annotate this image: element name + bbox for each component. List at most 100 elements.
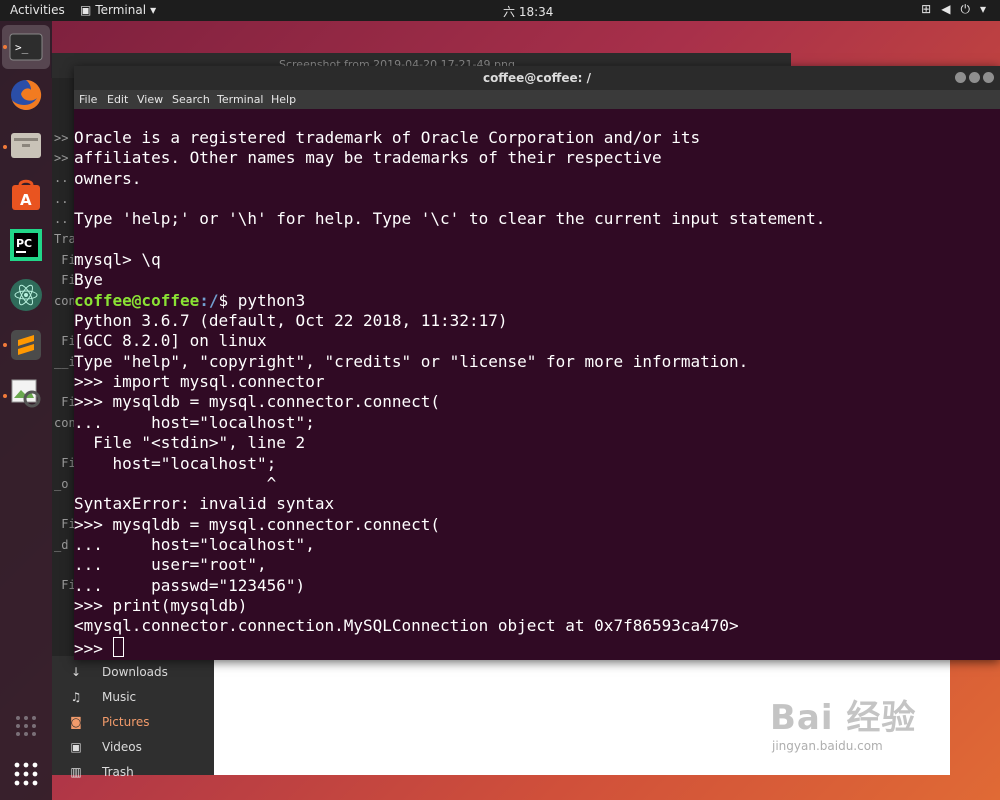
running-indicator (3, 45, 7, 49)
strip-line: Fi (54, 395, 74, 410)
dock: >_ A PC (0, 21, 52, 800)
files-sidebar: ↓ Downloads ♫ Music ◙ Pictures ▣ Videos … (52, 655, 214, 779)
strip-line: __i (54, 354, 74, 369)
terminal-app-icon: ▣ (80, 3, 92, 17)
terminal-line: ... passwd="123456") (74, 575, 306, 595)
strip-line: _o (54, 476, 69, 491)
dock-software[interactable]: A (7, 176, 45, 214)
terminal-line: Type 'help;' or '\h' for help. Type '\c'… (74, 209, 826, 229)
terminal-line: affiliates. Other names may be trademark… (74, 148, 662, 168)
terminal-line: ... host="localhost"; (74, 412, 315, 432)
dock-pycharm[interactable]: PC (7, 226, 45, 264)
terminal-line: SyntaxError: invalid syntax (74, 494, 335, 514)
atom-icon (10, 279, 42, 311)
sidebar-item-videos[interactable]: ▣ Videos (52, 735, 214, 759)
strip-line: con (54, 415, 74, 430)
strip-line: Fi (54, 252, 74, 267)
dock-firefox[interactable] (7, 76, 45, 114)
terminal-line: ^ (74, 473, 277, 493)
prompt-path: :/ (199, 290, 219, 310)
system-tray[interactable]: ⊞ ◀ ⏻ ▾ (921, 2, 986, 17)
dock-sublime[interactable] (7, 326, 45, 364)
minimize-button[interactable] (955, 72, 966, 83)
watermark-brand: Bai 经验 (770, 698, 917, 738)
terminal-line: ... user="root", (74, 555, 267, 575)
sidebar-item-pictures[interactable]: ◙ Pictures (52, 710, 214, 734)
running-indicator (3, 394, 7, 398)
software-center-icon: A (12, 179, 40, 210)
terminal-menubar: File Edit View Search Terminal Help (74, 90, 1000, 109)
terminal-titlebar[interactable]: coffee@coffee: / (74, 66, 1000, 90)
sidebar-item-downloads[interactable]: ↓ Downloads (52, 660, 214, 684)
volume-icon: ◀ (941, 2, 951, 16)
python-prompt: >>> (74, 638, 113, 658)
sidebar-item-music[interactable]: ♫ Music (52, 685, 214, 709)
strip-line: >> (54, 151, 69, 166)
menu-file[interactable]: File (79, 93, 97, 106)
terminal-line: <mysql.connector.connection.MySQLConnect… (74, 616, 739, 636)
terminal-line: host="localhost"; (74, 453, 277, 473)
strip-line: >> (54, 130, 69, 145)
maximize-button[interactable] (969, 72, 980, 83)
menu-search[interactable]: Search (172, 93, 210, 106)
dock-workspace[interactable] (7, 707, 45, 745)
menu-terminal[interactable]: Terminal (217, 93, 264, 106)
terminal-output[interactable]: Oracle is a registered trademark of Orac… (74, 128, 1000, 660)
terminal-line: owners. (74, 168, 142, 188)
hidden-terminal-strip[interactable]: >> >>...... Trac Fi Fi conn Fi __i Fi con Fi _… (52, 78, 74, 656)
svg-text:A: A (20, 191, 32, 209)
app-grid-icon (14, 762, 38, 786)
terminal-line: >>> mysqldb = mysql.connector.connect( (74, 514, 441, 534)
shell-prompt-line: coffee@coffee:/$ python3 (74, 291, 1000, 311)
strip-line: _d (54, 537, 69, 552)
top-bar: Activities ▣ Terminal ▾ 六 18:34 ⊞ ◀ ⏻ ▾ (0, 0, 1000, 21)
strip-line: Fi (54, 273, 74, 288)
activities-button[interactable]: Activities (10, 3, 65, 17)
close-button[interactable] (983, 72, 994, 83)
dock-atom[interactable] (7, 276, 45, 314)
dock-files[interactable] (7, 126, 45, 164)
menu-edit[interactable]: Edit (107, 93, 128, 106)
power-icon: ⏻ (960, 2, 970, 16)
terminal-line: mysql> \q (74, 250, 161, 270)
strip-line: Trac (54, 232, 74, 247)
strip-line: Fi (54, 517, 74, 532)
show-applications-button[interactable] (7, 755, 45, 793)
strip-line: .. (54, 191, 69, 206)
sidebar-item-label: Videos (102, 740, 142, 754)
running-indicator (3, 343, 7, 347)
terminal-line: File "<stdin>", line 2 (74, 433, 306, 453)
terminal-line: [GCC 8.2.0] on linux (74, 331, 267, 351)
video-icon: ▣ (70, 740, 82, 754)
dock-terminal[interactable]: >_ (2, 25, 50, 69)
baidu-watermark: Bai 经验 jingyan.baidu.com (770, 690, 916, 753)
clock[interactable]: 六 18:34 (503, 3, 553, 20)
pycharm-icon: PC (10, 229, 42, 261)
strip-line: .. (54, 171, 69, 186)
menu-help[interactable]: Help (271, 93, 296, 106)
files-icon (11, 133, 41, 158)
terminal-line: >>> print(mysqldb) (74, 595, 248, 615)
sidebar-item-trash[interactable]: ▥ Trash (52, 760, 214, 784)
trash-icon: ▥ (70, 765, 82, 779)
python-prompt-line[interactable]: >>> (74, 636, 1000, 658)
prompt-user: coffee@coffee (74, 290, 200, 310)
terminal-window[interactable]: coffee@coffee: / File Edit View Search T… (74, 66, 1000, 660)
music-icon: ♫ (70, 690, 82, 704)
dock-image-viewer[interactable] (7, 374, 45, 412)
prompt-command: $ python3 (218, 290, 306, 310)
watermark-url: jingyan.baidu.com (772, 739, 883, 753)
svg-text:PC: PC (16, 237, 32, 250)
text-cursor (112, 636, 124, 657)
firefox-icon (11, 79, 42, 110)
menu-view[interactable]: View (137, 93, 163, 106)
workspace-grid-icon (16, 716, 36, 736)
terminal-line: >>> mysqldb = mysql.connector.connect( (74, 392, 441, 412)
sublime-text-icon (11, 330, 41, 360)
strip-line: .. (54, 212, 69, 227)
app-menu[interactable]: ▣ Terminal ▾ (80, 3, 156, 17)
strip-line: Fi (54, 578, 74, 593)
sidebar-item-label: Trash (102, 765, 134, 779)
